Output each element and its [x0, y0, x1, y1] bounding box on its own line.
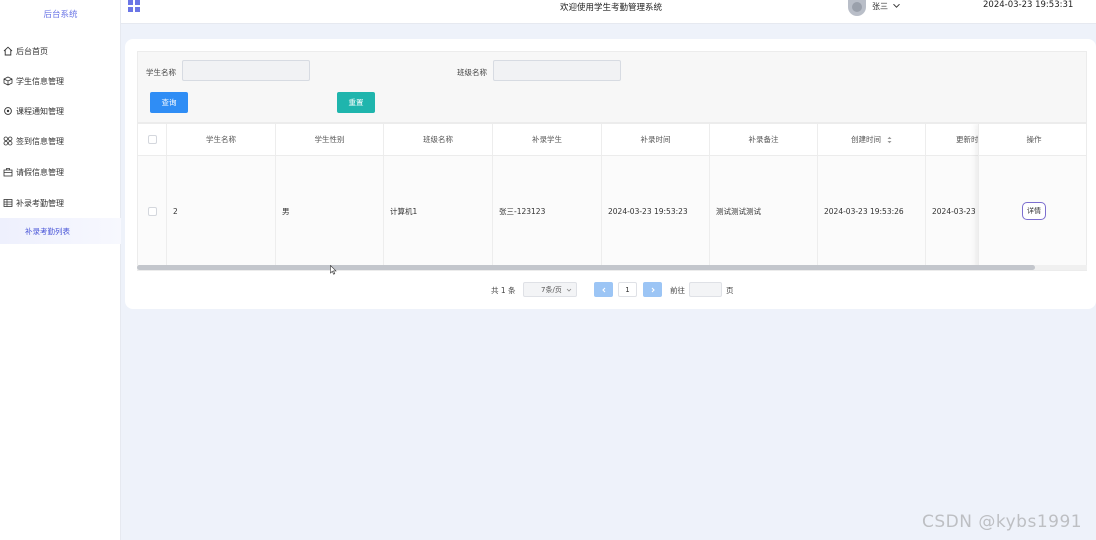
scrollbar-thumb[interactable]	[137, 265, 1035, 270]
page-number-current[interactable]: 1	[618, 282, 637, 297]
sidebar-item-label: 签到信息管理	[16, 136, 64, 146]
table-cell: 计算机1	[384, 156, 493, 266]
home-icon	[3, 46, 13, 56]
query-button[interactable]: 查询	[150, 92, 188, 113]
sidebar-item-label: 补录考勤管理	[16, 198, 64, 208]
chevron-down-icon[interactable]	[892, 1, 901, 10]
data-table: 学生名称 学生性别 班级名称 补录学生 补录时间 补录备注 创建时间 更新时间 …	[137, 123, 1087, 271]
sidebar-item-label: 学生信息管理	[16, 76, 64, 86]
class-name-label: 班级名称	[457, 68, 487, 77]
sidebar-item-leave[interactable]: 请假信息管理	[0, 157, 121, 187]
table-header: 学生名称 学生性别 班级名称 补录学生 补录时间 补录备注 创建时间 更新时间	[138, 124, 1086, 156]
apps-grid-icon[interactable]	[128, 0, 140, 12]
page-title: 欢迎使用学生考勤管理系统	[560, 3, 663, 13]
student-name-label: 学生名称	[146, 68, 176, 77]
row-checkbox-cell	[138, 156, 167, 266]
brand-title: 后台系统	[43, 10, 78, 20]
row-checkbox[interactable]	[147, 206, 157, 216]
class-name-input[interactable]	[493, 60, 621, 81]
column-header-sortable[interactable]: 创建时间	[818, 124, 926, 155]
chevron-left-icon	[601, 287, 605, 292]
avatar[interactable]	[848, 0, 866, 16]
sidebar-item-checkin[interactable]: 签到信息管理	[0, 126, 121, 156]
goto-page-input[interactable]	[689, 282, 722, 297]
sidebar-item-label: 课程通知管理	[16, 106, 64, 116]
user-name[interactable]: 张三	[872, 1, 888, 12]
student-name-input[interactable]	[182, 60, 310, 81]
table-cell: 张三-123123	[493, 156, 602, 266]
column-header-label: 创建时间	[851, 135, 881, 144]
operations-column: 操作 详情	[978, 124, 1086, 270]
reset-button[interactable]: 重置	[337, 92, 375, 113]
gear-icon	[3, 106, 13, 116]
mouse-cursor-icon	[330, 265, 337, 275]
table-cell: 2024-03-23 19:53:26	[818, 156, 926, 266]
sidebar-item-label: 请假信息管理	[16, 167, 64, 177]
cube-icon	[3, 76, 13, 86]
detail-button[interactable]: 详情	[1022, 202, 1046, 220]
goto-suffix-label: 页	[726, 286, 734, 295]
sidebar-subitem-makeup-list[interactable]: 补录考勤列表	[0, 218, 121, 244]
sidebar: 后台系统 后台首页 学生信息管理 课程通知管理 签到信息管理 请假信息管理 补录…	[0, 0, 121, 540]
page-size-value: 7条/页	[541, 285, 562, 294]
table-cell: 男	[276, 156, 384, 266]
column-header: 操作	[979, 124, 1086, 156]
table-cell: 2	[167, 156, 276, 266]
table-cell: 测试测试测试	[710, 156, 818, 266]
sort-icon[interactable]	[887, 136, 892, 144]
sidebar-item-course-notice[interactable]: 课程通知管理	[0, 96, 121, 126]
watermark: CSDN @kybs1991	[922, 512, 1083, 532]
column-header: 补录备注	[710, 124, 818, 155]
column-header: 补录学生	[493, 124, 602, 155]
column-header: 补录时间	[602, 124, 710, 155]
table-icon	[3, 198, 13, 208]
select-all-checkbox[interactable]	[147, 135, 157, 144]
header-checkbox-cell	[138, 124, 167, 155]
current-datetime: 2024-03-23 19:53:31	[983, 0, 1074, 10]
table-row: 2 男 计算机1 张三-123123 2024-03-23 19:53:23 测…	[138, 156, 1086, 266]
pagination-total: 共 1 条	[491, 286, 516, 295]
page-size-select[interactable]: 7条/页	[523, 282, 577, 297]
grid-four-icon	[3, 136, 13, 146]
prev-page-button[interactable]	[594, 282, 613, 297]
briefcase-icon	[3, 167, 13, 177]
sidebar-item-student-info[interactable]: 学生信息管理	[0, 66, 121, 96]
operations-cell: 详情	[979, 156, 1086, 266]
sidebar-item-label: 后台首页	[16, 46, 48, 56]
top-header: 欢迎使用学生考勤管理系统 张三 2024-03-23 19:53:31	[121, 0, 1096, 24]
chevron-down-icon	[566, 288, 572, 292]
column-header: 班级名称	[384, 124, 493, 155]
next-page-button[interactable]	[643, 282, 662, 297]
column-header: 学生名称	[167, 124, 276, 155]
table-cell: 2024-03-23 19:53:23	[602, 156, 710, 266]
column-header: 学生性别	[276, 124, 384, 155]
search-panel: 学生名称 班级名称 查询 重置	[137, 51, 1087, 123]
sidebar-item-makeup-attendance[interactable]: 补录考勤管理	[0, 188, 121, 218]
sidebar-item-home[interactable]: 后台首页	[0, 36, 121, 66]
horizontal-scrollbar[interactable]	[137, 265, 1087, 270]
goto-prefix-label: 前往	[670, 286, 685, 295]
chevron-right-icon	[651, 287, 655, 292]
